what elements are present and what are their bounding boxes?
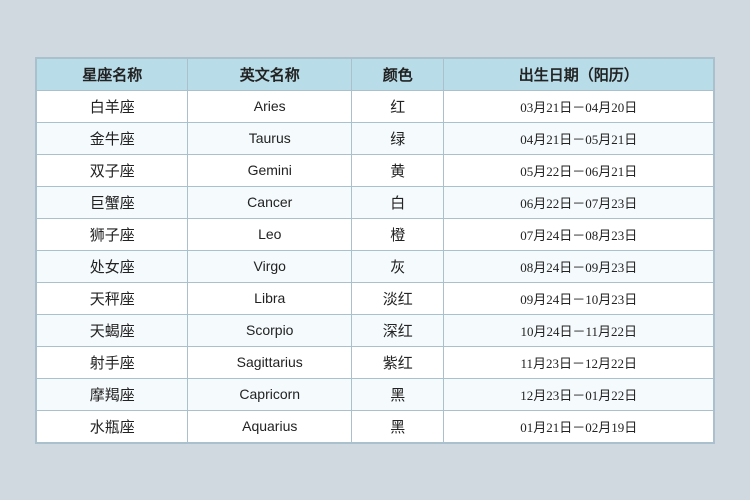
cell-color: 黄 <box>352 154 444 186</box>
table-row: 处女座Virgo灰08月24日－09月23日 <box>37 250 714 282</box>
col-english: 英文名称 <box>188 58 352 90</box>
cell-color: 灰 <box>352 250 444 282</box>
cell-chinese: 水瓶座 <box>37 410 188 442</box>
table-row: 双子座Gemini黄05月22日－06月21日 <box>37 154 714 186</box>
table-row: 射手座Sagittarius紫红11月23日－12月22日 <box>37 346 714 378</box>
cell-date: 07月24日－08月23日 <box>444 218 714 250</box>
cell-chinese: 射手座 <box>37 346 188 378</box>
cell-date: 08月24日－09月23日 <box>444 250 714 282</box>
cell-english: Virgo <box>188 250 352 282</box>
cell-english: Gemini <box>188 154 352 186</box>
cell-english: Sagittarius <box>188 346 352 378</box>
cell-chinese: 天秤座 <box>37 282 188 314</box>
cell-color: 白 <box>352 186 444 218</box>
col-color: 颜色 <box>352 58 444 90</box>
cell-color: 黑 <box>352 410 444 442</box>
cell-date: 10月24日－11月22日 <box>444 314 714 346</box>
cell-english: Aries <box>188 90 352 122</box>
zodiac-table: 星座名称 英文名称 颜色 出生日期（阳历） 白羊座Aries红03月21日－04… <box>36 58 714 443</box>
cell-color: 绿 <box>352 122 444 154</box>
cell-chinese: 白羊座 <box>37 90 188 122</box>
table-row: 水瓶座Aquarius黑01月21日－02月19日 <box>37 410 714 442</box>
cell-chinese: 巨蟹座 <box>37 186 188 218</box>
cell-chinese: 狮子座 <box>37 218 188 250</box>
cell-date: 09月24日－10月23日 <box>444 282 714 314</box>
cell-date: 03月21日－04月20日 <box>444 90 714 122</box>
cell-date: 04月21日－05月21日 <box>444 122 714 154</box>
header-row: 星座名称 英文名称 颜色 出生日期（阳历） <box>37 58 714 90</box>
table-row: 白羊座Aries红03月21日－04月20日 <box>37 90 714 122</box>
cell-date: 05月22日－06月21日 <box>444 154 714 186</box>
table-header: 星座名称 英文名称 颜色 出生日期（阳历） <box>37 58 714 90</box>
cell-english: Capricorn <box>188 378 352 410</box>
cell-english: Cancer <box>188 186 352 218</box>
cell-color: 红 <box>352 90 444 122</box>
cell-color: 紫红 <box>352 346 444 378</box>
cell-color: 淡红 <box>352 282 444 314</box>
cell-english: Taurus <box>188 122 352 154</box>
table-row: 摩羯座Capricorn黑12月23日－01月22日 <box>37 378 714 410</box>
cell-color: 橙 <box>352 218 444 250</box>
cell-chinese: 处女座 <box>37 250 188 282</box>
cell-color: 黑 <box>352 378 444 410</box>
cell-date: 06月22日－07月23日 <box>444 186 714 218</box>
table-row: 天秤座Libra淡红09月24日－10月23日 <box>37 282 714 314</box>
cell-english: Scorpio <box>188 314 352 346</box>
cell-chinese: 双子座 <box>37 154 188 186</box>
table-row: 狮子座Leo橙07月24日－08月23日 <box>37 218 714 250</box>
table-row: 巨蟹座Cancer白06月22日－07月23日 <box>37 186 714 218</box>
cell-date: 12月23日－01月22日 <box>444 378 714 410</box>
cell-english: Aquarius <box>188 410 352 442</box>
cell-chinese: 摩羯座 <box>37 378 188 410</box>
cell-date: 01月21日－02月19日 <box>444 410 714 442</box>
zodiac-table-container: 星座名称 英文名称 颜色 出生日期（阳历） 白羊座Aries红03月21日－04… <box>35 57 715 444</box>
col-chinese: 星座名称 <box>37 58 188 90</box>
cell-english: Libra <box>188 282 352 314</box>
cell-date: 11月23日－12月22日 <box>444 346 714 378</box>
cell-english: Leo <box>188 218 352 250</box>
table-row: 金牛座Taurus绿04月21日－05月21日 <box>37 122 714 154</box>
col-date: 出生日期（阳历） <box>444 58 714 90</box>
cell-chinese: 天蝎座 <box>37 314 188 346</box>
table-body: 白羊座Aries红03月21日－04月20日金牛座Taurus绿04月21日－0… <box>37 90 714 442</box>
cell-color: 深红 <box>352 314 444 346</box>
table-row: 天蝎座Scorpio深红10月24日－11月22日 <box>37 314 714 346</box>
cell-chinese: 金牛座 <box>37 122 188 154</box>
